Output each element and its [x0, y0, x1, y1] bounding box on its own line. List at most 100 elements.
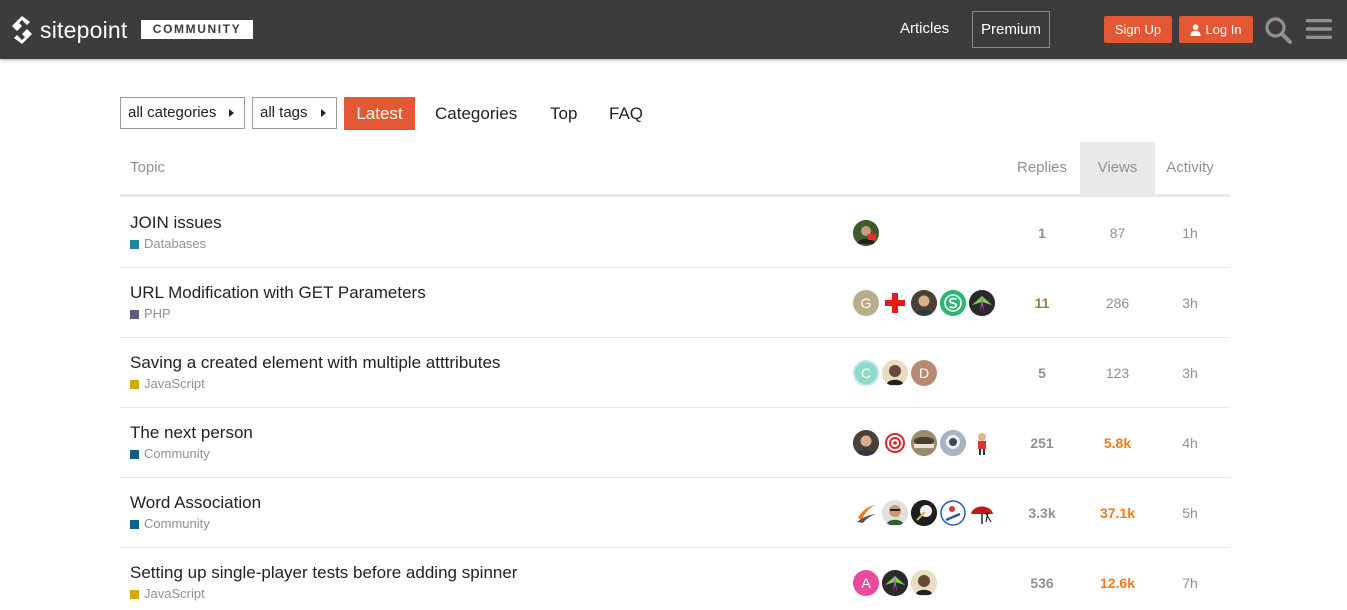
- views-count: 123: [1105, 365, 1130, 381]
- replies-count[interactable]: 11: [1002, 293, 1082, 313]
- category-color-swatch: [130, 519, 139, 529]
- caret-right-icon: [229, 109, 234, 117]
- replies-count[interactable]: 1: [1002, 223, 1082, 243]
- views-count: 286: [1105, 295, 1130, 311]
- category-color-swatch: [130, 449, 139, 459]
- category-color-swatch: [130, 239, 139, 249]
- avatar[interactable]: [940, 500, 966, 526]
- topic-category[interactable]: JavaScript: [130, 586, 205, 602]
- topic-title-link[interactable]: Setting up single-player tests before ad…: [130, 563, 517, 583]
- topic-category[interactable]: PHP: [130, 306, 171, 322]
- tab-top[interactable]: Top: [550, 97, 577, 130]
- site-header: sitepoint COMMUNITY Articles Premium Sig…: [0, 0, 1347, 59]
- categories-dropdown-label: all categories: [128, 104, 217, 121]
- avatar[interactable]: D: [911, 360, 937, 386]
- avatar[interactable]: [911, 290, 937, 316]
- avatar[interactable]: [882, 500, 908, 526]
- avatar[interactable]: [940, 430, 966, 456]
- avatar[interactable]: [969, 290, 995, 316]
- tags-dropdown[interactable]: all tags: [252, 97, 337, 129]
- category-color-swatch: [130, 379, 139, 389]
- avatar[interactable]: A: [853, 570, 879, 596]
- topic-list-header: Topic Replies Views Activity: [120, 142, 1230, 197]
- brand-name: sitepoint: [40, 17, 128, 43]
- activity-age[interactable]: 3h: [1155, 363, 1225, 383]
- user-icon: [1190, 23, 1201, 36]
- category-name: JavaScript: [144, 586, 205, 601]
- avatar[interactable]: [911, 430, 937, 456]
- avatar[interactable]: [853, 500, 879, 526]
- column-header-topic: Topic: [130, 159, 166, 176]
- replies-count[interactable]: 5: [1002, 363, 1082, 383]
- column-header-replies[interactable]: Replies: [1002, 142, 1082, 194]
- poster-avatars: [853, 220, 879, 246]
- activity-age[interactable]: 1h: [1155, 223, 1225, 243]
- poster-avatars: [853, 430, 995, 456]
- activity-age[interactable]: 7h: [1155, 573, 1225, 593]
- community-badge[interactable]: COMMUNITY: [141, 20, 253, 39]
- category-name: Community: [144, 516, 210, 531]
- tab-latest[interactable]: Latest: [344, 97, 415, 130]
- topic-category[interactable]: JavaScript: [130, 376, 205, 392]
- avatar[interactable]: [969, 430, 995, 456]
- activity-age[interactable]: 4h: [1155, 433, 1225, 453]
- avatar[interactable]: [853, 220, 879, 246]
- topic-title-link[interactable]: The next person: [130, 423, 253, 443]
- caret-right-icon: [321, 109, 326, 117]
- sitepoint-logo[interactable]: sitepoint: [10, 14, 127, 46]
- sitepoint-logo-icon: [12, 16, 32, 44]
- activity-age[interactable]: 5h: [1155, 503, 1225, 523]
- category-name: Community: [144, 446, 210, 461]
- hamburger-menu-icon[interactable]: [1306, 17, 1332, 41]
- avatar[interactable]: [882, 570, 908, 596]
- avatar[interactable]: [940, 290, 966, 316]
- poster-avatars: G: [853, 290, 995, 316]
- poster-avatars: A: [853, 570, 937, 596]
- table-row: Setting up single-player tests before ad…: [120, 548, 1230, 610]
- activity-age[interactable]: 3h: [1155, 293, 1225, 313]
- avatar[interactable]: C: [853, 360, 879, 386]
- views-count: 5.8k: [1103, 435, 1132, 451]
- poster-avatars: [853, 500, 995, 526]
- table-row: JOIN issues Databases 1 87 1h: [120, 198, 1230, 268]
- topic-title-link[interactable]: Word Association: [130, 493, 261, 513]
- sign-up-button[interactable]: Sign Up: [1104, 16, 1172, 43]
- avatar[interactable]: [853, 430, 879, 456]
- avatar[interactable]: G: [853, 290, 879, 316]
- poster-avatars: C D: [853, 360, 937, 386]
- table-row: The next person Community 251 5.8k 4h: [120, 408, 1230, 478]
- replies-count[interactable]: 3.3k: [1002, 503, 1082, 523]
- table-row: Saving a created element with multiple a…: [120, 338, 1230, 408]
- replies-count[interactable]: 251: [1002, 433, 1082, 453]
- tab-categories[interactable]: Categories: [435, 97, 517, 130]
- avatar[interactable]: [882, 290, 908, 316]
- topic-title-link[interactable]: URL Modification with GET Parameters: [130, 283, 426, 303]
- log-in-label: Log In: [1205, 22, 1242, 37]
- topic-category[interactable]: Community: [130, 516, 210, 532]
- topic-category[interactable]: Databases: [130, 236, 206, 252]
- column-header-views[interactable]: Views: [1080, 142, 1155, 194]
- avatar[interactable]: [969, 500, 995, 526]
- topic-title-link[interactable]: Saving a created element with multiple a…: [130, 353, 500, 373]
- table-row: URL Modification with GET Parameters PHP…: [120, 268, 1230, 338]
- avatar[interactable]: [882, 360, 908, 386]
- categories-dropdown[interactable]: all categories: [120, 97, 245, 129]
- avatar[interactable]: [882, 430, 908, 456]
- column-header-activity[interactable]: Activity: [1155, 142, 1225, 194]
- topic-category[interactable]: Community: [130, 446, 210, 462]
- tab-faq[interactable]: FAQ: [609, 97, 643, 130]
- premium-link[interactable]: Premium: [972, 11, 1050, 48]
- avatar[interactable]: [911, 570, 937, 596]
- views-count: 37.1k: [1099, 505, 1136, 521]
- replies-count[interactable]: 536: [1002, 573, 1082, 593]
- avatar[interactable]: [911, 500, 937, 526]
- category-color-swatch: [130, 589, 139, 599]
- log-in-button[interactable]: Log In: [1179, 16, 1253, 43]
- views-count: 12.6k: [1099, 575, 1136, 591]
- topic-title-link[interactable]: JOIN issues: [130, 213, 222, 233]
- search-icon[interactable]: [1264, 16, 1292, 44]
- table-row: Word Association Community 3.3k 37.1k 5h: [120, 478, 1230, 548]
- category-name: JavaScript: [144, 376, 205, 391]
- articles-link[interactable]: Articles: [900, 19, 949, 39]
- category-name: PHP: [144, 306, 171, 321]
